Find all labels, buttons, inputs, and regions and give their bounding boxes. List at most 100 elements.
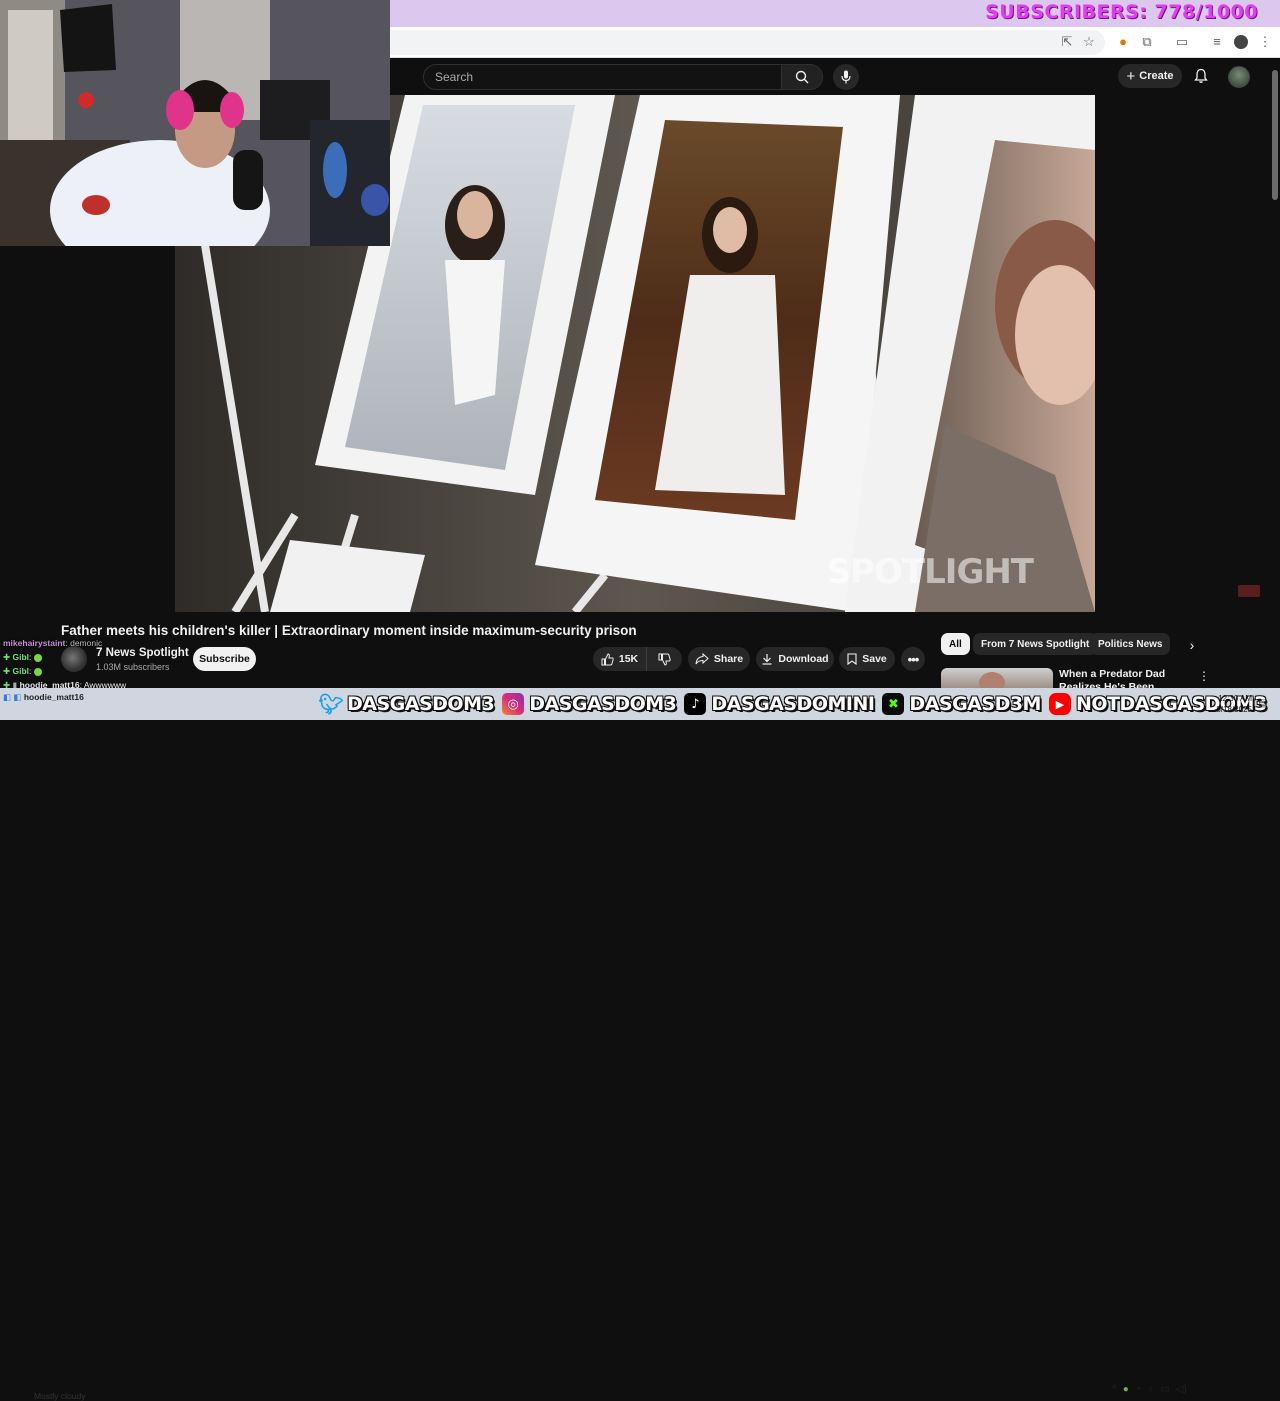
- social-handle: DASGASDOM3: [529, 693, 677, 715]
- wifi-icon[interactable]: ◔: [1135, 1384, 1141, 1398]
- extensions-puzzle-icon[interactable]: ⧉: [1140, 35, 1154, 49]
- like-count: 15K: [618, 653, 639, 665]
- share-label: Share: [713, 653, 744, 665]
- social-handle: DASGASDOMINI: [711, 693, 875, 715]
- twitter-icon: 🐦︎: [318, 692, 344, 716]
- profile-icon[interactable]: [1234, 35, 1248, 49]
- media-controls-icon[interactable]: ≡: [1210, 35, 1224, 49]
- video-title: Father meets his children's killer | Ext…: [61, 623, 637, 638]
- thumbs-down-icon: [658, 653, 671, 666]
- taskbar-clock[interactable]: 12:30 AM 8/18/2025: [1208, 693, 1252, 715]
- chip-from-channel[interactable]: From 7 News Spotlight: [973, 633, 1098, 655]
- install-app-icon[interactable]: ⇱: [1060, 35, 1074, 49]
- clock-date: 8/18/2025: [1216, 705, 1252, 714]
- chat-username: Gibl: [12, 652, 30, 662]
- address-bar[interactable]: [390, 30, 1105, 55]
- chip-politics-news[interactable]: Politics News: [1090, 633, 1171, 655]
- search-button[interactable]: [781, 64, 823, 90]
- tiktok-icon: ♪: [684, 693, 707, 715]
- like-button[interactable]: 15K: [593, 647, 646, 671]
- search-icon: [795, 70, 809, 84]
- chevron-up-icon[interactable]: ^: [1112, 1384, 1117, 1398]
- save-button[interactable]: Save: [839, 647, 895, 671]
- more-horizontal-icon: •••: [907, 651, 920, 667]
- social-item: ♪ DASGASDOMINI: [684, 693, 875, 715]
- share-icon: [695, 653, 709, 665]
- volume-icon[interactable]: ◁): [1176, 1384, 1187, 1398]
- chat-text: : demonic: [65, 638, 103, 648]
- badge-icon: ◧: [3, 692, 12, 702]
- chat-message: ◧ ◧ hoodie_matt16: [3, 692, 84, 703]
- chip-all[interactable]: All: [941, 633, 970, 655]
- social-item: ✖ DASGASD3M: [882, 693, 1041, 715]
- chevron-right-icon[interactable]: ›: [1184, 637, 1200, 653]
- share-button[interactable]: Share: [688, 647, 750, 671]
- chat-message: ✚ Gibl:: [3, 666, 42, 677]
- instagram-icon: ◎: [502, 693, 525, 715]
- social-handle: DASGASD3M: [909, 693, 1041, 715]
- microphone-icon: [841, 70, 851, 84]
- channel-avatar[interactable]: [61, 646, 87, 672]
- weather-text[interactable]: Mostly cloudy: [34, 1391, 86, 1401]
- more-actions-button[interactable]: •••: [901, 647, 925, 671]
- notification-icon[interactable]: ▤: [1258, 698, 1268, 710]
- spotlight-watermark: SPOTLIGHT: [826, 552, 1034, 592]
- secondary-column: [1095, 95, 1271, 612]
- chat-text: :: [29, 652, 32, 662]
- emote-icon: [33, 667, 42, 676]
- voice-search-button[interactable]: [833, 64, 859, 90]
- webcam-feed: [0, 0, 390, 246]
- subscriber-goal-text: SUBSCRIBERS: 778/1000: [985, 1, 1258, 23]
- social-item: ◎ DASGASDOM3: [502, 693, 677, 715]
- channel-name[interactable]: 7 News Spotlight: [96, 647, 189, 659]
- browser-toolbar: ⇱ ☆ ● ⧉ ▭ ≡ ⋮: [390, 27, 1280, 58]
- thumbs-up-icon: [601, 652, 614, 665]
- search-input[interactable]: [424, 65, 781, 89]
- kick-icon: ✖: [882, 693, 905, 715]
- youtube-icon: ▶: [1048, 693, 1071, 715]
- chat-username: Gibl: [12, 666, 30, 676]
- network-icon[interactable]: ▭: [1160, 1384, 1169, 1398]
- channel-watermark-logo[interactable]: [1238, 585, 1260, 597]
- download-icon: [762, 654, 772, 665]
- notifications-bell-icon[interactable]: [1193, 68, 1209, 84]
- dislike-button[interactable]: [646, 647, 682, 671]
- plus-icon: +: [1126, 67, 1136, 85]
- app-tray-icon[interactable]: ●: [1123, 1384, 1129, 1398]
- chat-username: mikehairystaint: [3, 638, 66, 648]
- webcam-overlay: [0, 0, 390, 246]
- channel-subscriber-count: 1.03M subscribers: [96, 662, 170, 672]
- recommended-thumbnail[interactable]: [941, 668, 1053, 690]
- badge-icon: ✚: [3, 652, 11, 662]
- download-button[interactable]: Download: [756, 647, 834, 671]
- clock-time: 12:30 AM: [1218, 694, 1252, 703]
- chat-text: :: [29, 666, 32, 676]
- badge-icon: ◧: [13, 692, 22, 702]
- microphone-tray-icon[interactable]: ♁: [1147, 1384, 1155, 1398]
- extension-icon[interactable]: ●: [1116, 35, 1130, 49]
- cast-icon[interactable]: ▭: [1175, 35, 1189, 49]
- social-handles: 🐦︎ DASGASDOM3 ◎ DASGASDOM3 ♪ DASGASDOMIN…: [318, 688, 1267, 720]
- save-label: Save: [862, 653, 887, 665]
- social-item: 🐦︎ DASGASDOM3: [318, 692, 495, 716]
- create-button[interactable]: + Create: [1118, 64, 1182, 88]
- create-label: Create: [1139, 70, 1174, 82]
- subscribe-button[interactable]: Subscribe: [193, 647, 256, 671]
- subscriber-goal-bar: SUBSCRIBERS: 778/1000: [390, 0, 1280, 27]
- vertical-dots-icon[interactable]: ⋮: [1198, 669, 1210, 683]
- youtube-masthead: + Create: [390, 58, 1280, 95]
- menu-dots-icon[interactable]: ⋮: [1258, 35, 1272, 49]
- recommended-title[interactable]: When a Predator Dad Realizes He's Been C…: [1059, 668, 1187, 690]
- search-box: [423, 64, 782, 90]
- social-banner: ◧ ◧ hoodie_matt16 Mostly cloudy 🐦︎ DASGA…: [0, 688, 1280, 1401]
- badge-icon: ✚: [3, 666, 11, 676]
- account-avatar[interactable]: [1228, 66, 1250, 88]
- social-handle: DASGASDOM3: [347, 693, 495, 715]
- download-label: Download: [778, 653, 829, 665]
- scrollbar-thumb[interactable]: [1272, 70, 1278, 200]
- bookmark-star-icon[interactable]: ☆: [1082, 35, 1096, 49]
- chat-message: mikehairystaint: demonic: [3, 638, 102, 648]
- emote-icon: [33, 653, 42, 662]
- bookmark-icon: [847, 653, 857, 665]
- chat-username: hoodie_matt16: [23, 692, 84, 702]
